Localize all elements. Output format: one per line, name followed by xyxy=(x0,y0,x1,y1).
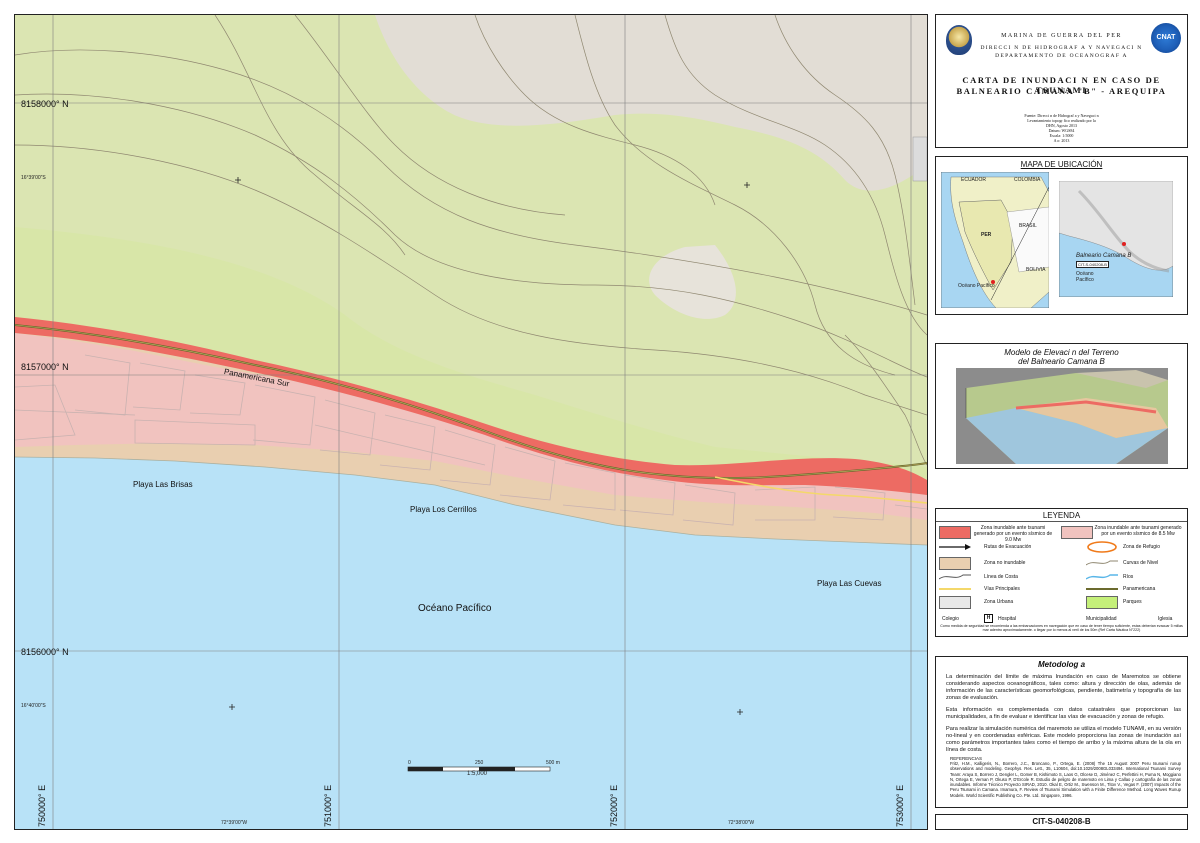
legend-label: Rutas de Evacuación xyxy=(984,544,1032,550)
legend-label: Zona inundable ante tsunami generado por… xyxy=(1094,525,1182,537)
easting-label: 750000° E xyxy=(37,784,47,827)
country-label: PER xyxy=(981,232,992,238)
legend-panel: LEYENDA Zona inundable ante tsunami gene… xyxy=(935,508,1188,637)
main-road-icon xyxy=(939,588,971,590)
scale-ratio: 1:5,000 xyxy=(467,771,488,777)
refuge-zone-icon xyxy=(1087,541,1117,553)
hospital-symbol-label: Hospital xyxy=(998,616,1017,622)
hospital-icon: H xyxy=(984,614,993,623)
legend-label: Panamericana xyxy=(1123,586,1156,592)
inset-code: CIT-S-040208-B xyxy=(1076,261,1109,268)
legend-label: Vías Principales xyxy=(984,586,1020,592)
methodology-panel: Metodolog a La determinación del límite … xyxy=(935,656,1188,808)
school-symbol-label: Colegio xyxy=(942,616,959,622)
legend-label: Zona no inundable xyxy=(984,560,1026,566)
legend-label: Zona de Refugio xyxy=(1123,544,1160,550)
lat-label: 16°39'00"S xyxy=(21,175,46,181)
municipality-symbol-label: Municipalidad xyxy=(1086,616,1117,622)
main-map[interactable]: 8158000° N 8157000° N 8156000° N 16°39'0… xyxy=(14,14,928,830)
legend-label: Zona Urbana xyxy=(984,599,1014,605)
easting-label: 752000° E xyxy=(609,784,619,827)
coastline-icon xyxy=(939,574,971,580)
org-name: MARINA DE GUERRA DEL PER xyxy=(1001,33,1122,39)
country-label: BOLIVIA xyxy=(1026,267,1046,273)
legend-swatch xyxy=(1061,526,1093,539)
lat-label: 16°40'00"S xyxy=(21,703,46,709)
country-label: BRASIL xyxy=(1019,223,1037,229)
references-text: Fritz, H.M., Kalligeris, N., Borrero, J.… xyxy=(950,761,1181,798)
elevation-panel: Modelo de Elevaci n del Terreno del Baln… xyxy=(935,343,1188,469)
country-label: COLOMBIA xyxy=(1014,177,1041,183)
ocean-label: Océano Pacífico xyxy=(418,603,492,614)
beach-label: Playa Las Brisas xyxy=(133,480,193,489)
legend-label: Curvas de Nivel xyxy=(1123,560,1159,566)
lon-label: 72°38'00"W xyxy=(728,820,755,826)
legend-note: Como medida de seguridad se recomienda a… xyxy=(940,624,1183,633)
legend-label: Parques xyxy=(1123,599,1142,605)
inset-label: Balneario Camana B xyxy=(1076,253,1132,259)
legend-swatch xyxy=(939,557,971,570)
scale-tick: 250 xyxy=(475,760,484,766)
chart-code: CIT-S-040208-B xyxy=(935,814,1188,830)
elevation-subtitle: del Balneario Camana B xyxy=(1018,357,1105,366)
legend-swatch xyxy=(939,526,971,539)
legend-swatch xyxy=(939,596,971,609)
legend-title: LEYENDA xyxy=(1042,511,1081,520)
org-division: DIRECCI N DE HIDROGRAF A Y NAVEGACI N xyxy=(980,45,1143,51)
easting-label: 753000° E xyxy=(895,784,905,827)
lon-label: 72°39'00"W xyxy=(221,820,248,826)
inset-ocean: Océano Pacífico xyxy=(1076,271,1094,283)
chart-subtitle: BALNEARIO CAMANA "B" - AREQUIPA xyxy=(956,86,1167,96)
org-department: DEPARTAMENTO DE OCEANOGRAF A xyxy=(995,53,1128,59)
legend-label: Ríos xyxy=(1123,574,1134,580)
beach-label: Playa Los Cerrillos xyxy=(410,505,477,514)
northing-label: 8158000° N xyxy=(21,99,69,109)
easting-label: 751000° E xyxy=(323,784,333,827)
title-panel: CNAT MARINA DE GUERRA DEL PER DIRECCI N … xyxy=(935,14,1188,148)
legend-label: Zona inundable ante tsunami generado por… xyxy=(973,525,1053,543)
elevation-title: Modelo de Elevaci n del Terreno xyxy=(1004,348,1119,357)
methodology-paragraph: La determinación del límite de máxima In… xyxy=(946,674,1181,701)
beach-label: Playa Las Cuevas xyxy=(817,579,882,588)
location-title: MAPA DE UBICACIÓN xyxy=(1020,160,1103,169)
scale-tick: 0 xyxy=(408,760,411,766)
country-label: ECUADOR xyxy=(961,177,987,183)
evacuation-route-icon xyxy=(939,544,971,550)
location-panel: MAPA DE UBICACIÓN ECUADOR COLOMBIA BRASI… xyxy=(935,156,1188,315)
northing-label: 8156000° N xyxy=(21,647,69,657)
methodology-paragraph: Esta información es complementada con da… xyxy=(946,707,1181,720)
northing-label: 8157000° N xyxy=(21,362,69,372)
cnat-logo-icon: CNAT xyxy=(1151,23,1181,53)
legend-swatch xyxy=(1086,596,1118,609)
methodology-title: Metodolog a xyxy=(1037,660,1086,669)
navy-emblem-icon xyxy=(946,25,972,55)
chart-meta: Fuente: Direcci n de Hidrograf a y Naveg… xyxy=(1024,113,1099,143)
map-canvas xyxy=(15,15,927,829)
scale-tick: 500 m xyxy=(546,760,560,766)
church-symbol-label: Iglesia xyxy=(1158,616,1173,622)
panamericana-icon xyxy=(1086,588,1118,590)
methodology-paragraph: Para realizar la simulación numérica del… xyxy=(946,726,1181,753)
river-icon xyxy=(1086,574,1118,580)
elevation-model-image xyxy=(956,368,1168,464)
legend-label: Línea de Costa xyxy=(984,574,1018,580)
ocean-label: Océano Pacífico xyxy=(958,283,995,289)
contour-line-icon xyxy=(1086,560,1118,566)
